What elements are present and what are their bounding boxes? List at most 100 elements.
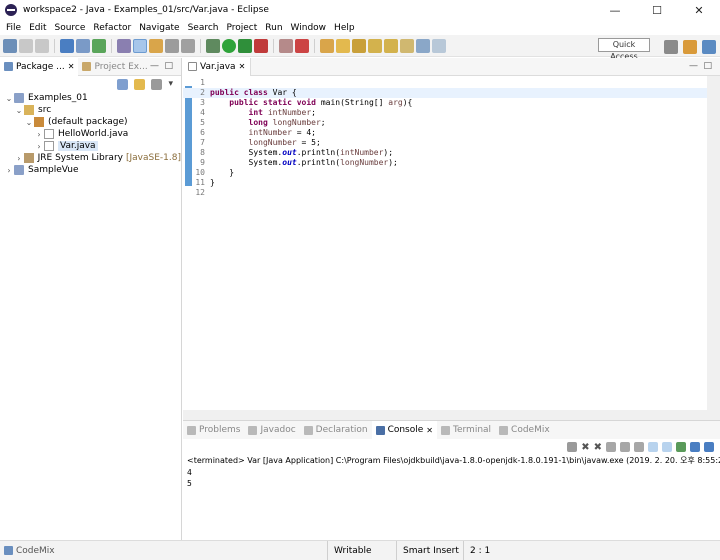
show-on-stdout-icon[interactable] <box>648 442 658 452</box>
collapsed-arrow-icon[interactable]: › <box>4 166 14 175</box>
save-icon[interactable] <box>19 38 33 53</box>
expanded-arrow-icon[interactable]: ⌄ <box>14 106 24 115</box>
terminate-icon[interactable] <box>567 442 578 452</box>
tab-javadoc[interactable]: Javadoc <box>244 421 299 439</box>
tab-declaration[interactable]: Declaration <box>300 421 372 439</box>
tab-terminal[interactable]: Terminal <box>437 421 495 439</box>
menu-file[interactable]: File <box>2 23 25 33</box>
tree-item-examples01[interactable]: ⌄ Examples_01 <box>4 92 181 104</box>
minimize-button[interactable]: — <box>594 0 636 20</box>
debug-icon[interactable] <box>206 38 220 53</box>
tree-item-helloworld[interactable]: › HelloWorld.java <box>4 128 181 140</box>
tree-item-var[interactable]: › Var.java <box>4 140 181 152</box>
previous-annotation-icon[interactable] <box>384 38 398 53</box>
display-console-icon[interactable] <box>690 442 700 452</box>
tab-package-explorer[interactable]: Package ... ✕ <box>0 57 79 76</box>
link-with-editor-icon[interactable] <box>134 78 146 90</box>
close-button[interactable]: ✕ <box>678 0 720 20</box>
collapsed-arrow-icon[interactable]: › <box>34 142 44 151</box>
close-icon[interactable]: ✕ <box>426 426 433 435</box>
code-line: 2 public class Var { <box>183 88 707 98</box>
tab-project-explorer[interactable]: Project Ex... <box>78 58 151 76</box>
quick-access-field[interactable]: Quick Access <box>598 38 650 61</box>
codemix-perspective-icon[interactable] <box>702 40 716 54</box>
clear-console-icon[interactable] <box>606 442 616 452</box>
new-folder-icon[interactable] <box>336 38 350 53</box>
skip-breakpoints-icon[interactable] <box>76 38 90 53</box>
collapsed-arrow-icon[interactable]: › <box>14 154 24 163</box>
remove-all-launches-icon[interactable]: ✖ <box>594 442 602 453</box>
show-on-stderr-icon[interactable] <box>662 442 672 452</box>
menu-window[interactable]: Window <box>287 23 331 33</box>
stop-icon[interactable] <box>279 38 293 53</box>
tab-label: Package ... <box>16 61 65 72</box>
forward-icon[interactable] <box>432 38 446 53</box>
open-perspective-icon[interactable] <box>664 40 678 54</box>
back-icon[interactable] <box>416 38 430 53</box>
next-annotation-icon[interactable] <box>368 38 382 53</box>
close-icon[interactable]: ✕ <box>68 62 75 71</box>
menu-refactor[interactable]: Refactor <box>89 23 135 33</box>
save-all-icon[interactable] <box>35 38 49 53</box>
last-edit-icon[interactable] <box>400 38 414 53</box>
tree-item-label: SampleVue <box>28 165 79 175</box>
maximize-icon[interactable]: □ <box>703 61 712 71</box>
tree-item-label: HelloWorld.java <box>58 129 129 139</box>
java-perspective-icon[interactable] <box>683 40 697 54</box>
close-icon[interactable]: ✕ <box>239 62 246 71</box>
tree-item-jre[interactable]: › JRE System Library [JavaSE-1.8] <box>4 152 181 164</box>
coverage-icon[interactable] <box>238 38 252 53</box>
maximize-icon[interactable]: □ <box>164 61 173 71</box>
tree-item-src[interactable]: ⌄ src <box>4 104 181 116</box>
java-file-icon <box>44 129 54 139</box>
deploy-icon[interactable] <box>117 38 131 53</box>
tab-var-java[interactable]: Var.java ✕ <box>183 57 252 76</box>
project-icon <box>14 93 24 103</box>
expanded-arrow-icon[interactable]: ⌄ <box>24 118 34 127</box>
menu-help[interactable]: Help <box>330 23 359 33</box>
editor-horizontal-scrollbar[interactable] <box>183 410 720 420</box>
terminal-icon[interactable] <box>60 38 74 53</box>
tree-item-default-package[interactable]: ⌄ (default package) <box>4 116 181 128</box>
collapsed-arrow-icon[interactable]: › <box>34 130 44 139</box>
menu-project[interactable]: Project <box>222 23 261 33</box>
run-icon[interactable] <box>222 38 236 53</box>
tab-codemix[interactable]: CodeMix <box>495 421 554 439</box>
menu-run[interactable]: Run <box>261 23 286 33</box>
minimize-icon[interactable]: — <box>150 61 159 71</box>
editor-vertical-scrollbar[interactable] <box>707 76 720 410</box>
maximize-button[interactable]: ☐ <box>636 0 678 20</box>
mark-occurrences-icon[interactable] <box>133 38 147 53</box>
scroll-lock-icon[interactable] <box>620 442 630 452</box>
search-icon[interactable] <box>352 38 366 53</box>
view-menu-icon[interactable]: ▾ <box>168 79 173 89</box>
menu-navigate[interactable]: Navigate <box>135 23 183 33</box>
filter-icon[interactable] <box>151 78 163 90</box>
pin-console-icon[interactable] <box>676 442 686 452</box>
code-line: 4 int intNumber; <box>200 108 316 117</box>
new-icon[interactable] <box>3 38 17 53</box>
minimize-icon[interactable]: — <box>689 61 698 71</box>
show-whitespace-icon[interactable] <box>181 38 195 53</box>
tasks-icon[interactable] <box>295 38 309 53</box>
menu-edit[interactable]: Edit <box>25 23 50 33</box>
tree-item-samplevue[interactable]: › SampleVue <box>4 164 181 176</box>
word-wrap-icon[interactable] <box>634 442 644 452</box>
collapse-all-icon[interactable] <box>117 78 129 90</box>
block-selection-icon[interactable] <box>165 38 179 53</box>
menu-search[interactable]: Search <box>184 23 223 33</box>
writable-status: Writable <box>327 541 395 560</box>
external-tools-icon[interactable] <box>254 38 268 53</box>
code-editor[interactable]: 1 2 public class Var { 3 public static vo… <box>183 76 707 410</box>
codemix-status[interactable]: CodeMix <box>0 546 55 556</box>
tab-problems[interactable]: Problems <box>183 421 244 439</box>
menu-source[interactable]: Source <box>51 23 90 33</box>
open-console-icon[interactable] <box>704 442 714 452</box>
remove-launch-icon[interactable]: ✖ <box>581 442 589 453</box>
expanded-arrow-icon[interactable]: ⌄ <box>4 94 14 103</box>
status-label: CodeMix <box>16 545 55 556</box>
refresh-icon[interactable] <box>92 38 106 53</box>
new-java-package-icon[interactable] <box>320 38 334 53</box>
tab-console[interactable]: Console ✕ <box>371 421 437 439</box>
open-type-icon[interactable] <box>149 38 163 53</box>
